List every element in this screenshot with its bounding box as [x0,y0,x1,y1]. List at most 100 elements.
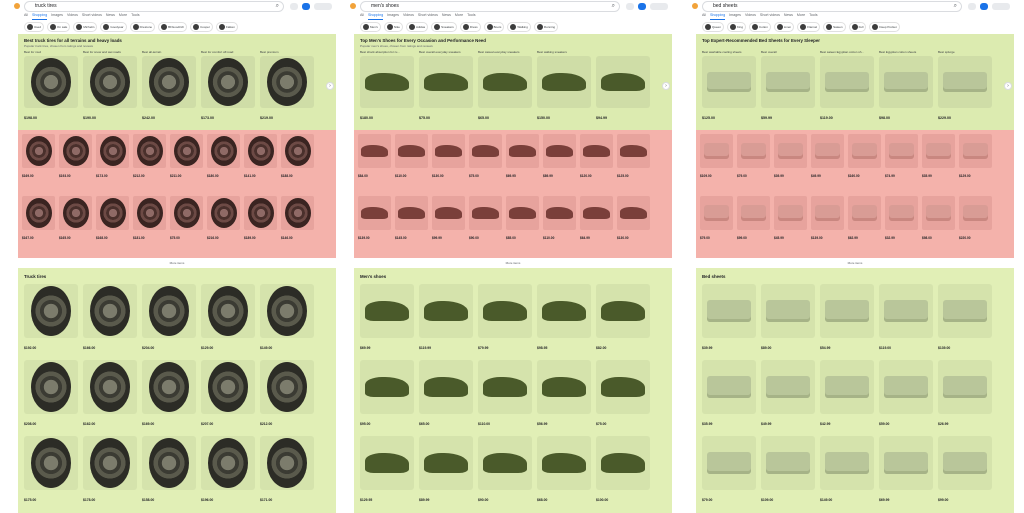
grid-product-card[interactable]: $65.00 [419,360,473,432]
product-image[interactable] [938,360,992,414]
featured-product-card[interactable]: Best for mud $198.00 [24,50,78,128]
product-image[interactable] [537,284,591,338]
product-image[interactable] [596,56,650,108]
product-tile[interactable]: $79.00 [737,134,770,192]
product-image[interactable] [358,196,391,230]
featured-product-card[interactable]: Best shock absorption for ru... $180.00 [360,50,414,128]
featured-product-card[interactable]: Best for snow and wet roads $190.00 [83,50,137,128]
featured-product-card[interactable]: Best casual everyday sneakers $65.00 [478,50,532,128]
product-image[interactable] [24,284,78,338]
product-image[interactable] [922,134,955,168]
grid-product-card[interactable]: $109.00 [761,436,815,508]
product-image[interactable] [478,56,532,108]
grid-product-card[interactable]: $149.00 [820,436,874,508]
featured-product-card[interactable]: Best all-terrain $242.00 [142,50,196,128]
product-image[interactable] [820,284,874,338]
product-image[interactable] [360,56,414,108]
product-image[interactable] [537,436,591,490]
grid-product-card[interactable]: $90.00 [478,436,532,508]
filter-chip[interactable]: Flannel [797,22,821,32]
product-image[interactable] [395,196,428,230]
product-image[interactable] [820,436,874,490]
product-tile[interactable]: $168.00 [96,196,129,254]
filter-chip[interactable]: Dress [459,22,481,32]
tab-news[interactable]: News [106,13,115,20]
product-tile[interactable]: $130.00 [617,196,650,254]
product-image[interactable] [737,196,770,230]
grid-product-card[interactable]: $49.99 [761,360,815,432]
product-image[interactable] [142,56,196,108]
product-image[interactable] [702,436,756,490]
search-input[interactable]: men's shoes ⌕ [360,1,620,12]
product-tile[interactable]: $74.99 [885,134,918,192]
product-tile[interactable]: $146.00 [281,196,314,254]
product-image[interactable] [596,360,650,414]
product-image[interactable] [702,284,756,338]
product-image[interactable] [419,360,473,414]
more-items-link[interactable]: More items [848,261,863,265]
profile-button[interactable] [980,3,988,10]
filter-chip[interactable]: Firestone [129,22,156,32]
filter-chip[interactable]: Cooper [190,22,213,32]
product-image[interactable] [959,134,992,168]
filter-chip[interactable]: Goodyear [100,22,127,32]
grid-product-card[interactable]: $171.00 [260,436,314,508]
tab-news[interactable]: News [442,13,451,20]
scroll-right-arrow[interactable]: › [1004,82,1012,90]
product-image[interactable] [207,134,240,168]
product-tile[interactable]: $75.00 [170,196,203,254]
product-tile[interactable]: $35.99 [922,134,955,192]
tab-shopping[interactable]: Shopping [710,13,726,20]
filter-chip[interactable]: Men's [360,22,381,32]
product-image[interactable] [170,134,203,168]
featured-product-card[interactable]: Best sateen Egyptian cotton sh... $119.00 [820,50,874,128]
grid-product-card[interactable]: $42.99 [820,360,874,432]
product-image[interactable] [761,284,815,338]
product-image[interactable] [360,360,414,414]
product-image[interactable] [543,134,576,168]
tab-short-videos[interactable]: Short videos [82,13,102,20]
tab-tools[interactable]: Tools [809,13,817,20]
tab-tools[interactable]: Tools [131,13,139,20]
product-image[interactable] [207,196,240,230]
product-image[interactable] [774,134,807,168]
filter-chip[interactable]: Sneakers [431,22,457,32]
product-image[interactable] [702,360,756,414]
product-image[interactable] [83,436,137,490]
product-tile[interactable]: $193.00 [59,134,92,192]
product-tile[interactable]: $64.99 [580,196,613,254]
grid-product-card[interactable]: $207.00 [201,360,255,432]
tab-all[interactable]: All [24,13,28,20]
grid-product-card[interactable]: $169.00 [142,360,196,432]
product-tile[interactable]: $130.00 [432,134,465,192]
product-image[interactable] [820,360,874,414]
product-tile[interactable]: $45.99 [774,196,807,254]
grid-product-card[interactable]: $178.00 [83,436,137,508]
product-tile[interactable]: $189.00 [244,196,277,254]
product-image[interactable] [24,436,78,490]
scroll-right-arrow[interactable]: › [326,82,334,90]
product-image[interactable] [506,196,539,230]
product-image[interactable] [142,284,196,338]
product-image[interactable] [596,436,650,490]
tab-tools[interactable]: Tools [467,13,475,20]
product-image[interactable] [885,196,918,230]
grid-product-card[interactable]: $35.99 [702,360,756,432]
search-logo-icon[interactable] [14,3,20,9]
product-image[interactable] [543,196,576,230]
product-image[interactable] [133,196,166,230]
product-image[interactable] [358,134,391,168]
product-image[interactable] [59,134,92,168]
product-image[interactable] [419,56,473,108]
search-icon[interactable]: ⌕ [954,3,957,10]
product-image[interactable] [761,436,815,490]
product-tile[interactable]: $120.00 [580,134,613,192]
sign-in-button[interactable] [992,3,1010,10]
grid-product-card[interactable]: $110.00 [478,360,532,432]
tab-shopping[interactable]: Shopping [32,13,48,20]
apps-button[interactable] [626,3,634,10]
featured-product-card[interactable]: Best overall everyday sneakers $75.00 [419,50,473,128]
product-image[interactable] [59,196,92,230]
grid-product-card[interactable]: $56.99 [537,360,591,432]
grid-product-card[interactable]: $129.95 [360,436,414,508]
